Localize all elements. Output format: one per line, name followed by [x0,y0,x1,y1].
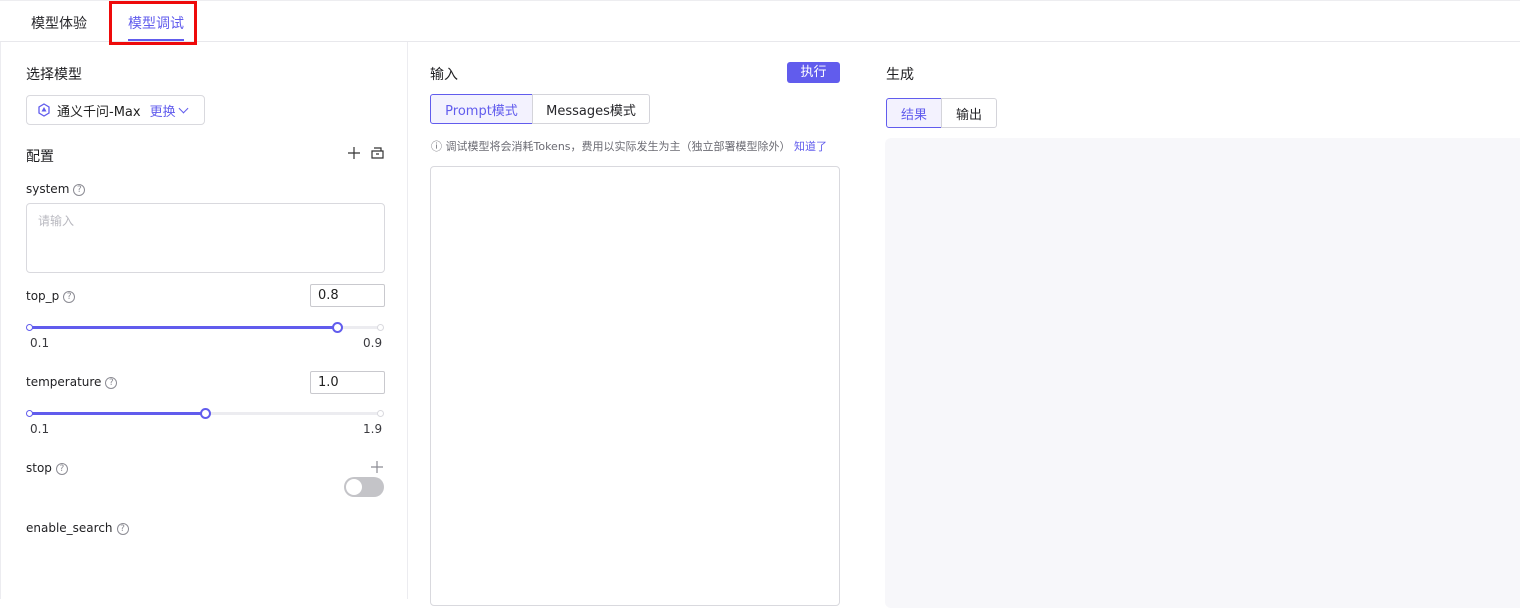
notice-dismiss-link[interactable]: 知道了 [794,140,827,153]
output-area [885,138,1520,608]
enable-search-label-text: enable_search [26,521,113,535]
top-p-input[interactable]: 0.8 [310,284,385,307]
help-icon[interactable]: ? [105,377,117,389]
execute-button[interactable]: 执行 [787,62,840,83]
top-p-min: 0.1 [30,336,49,350]
top-tabs: 模型体验 模型调试 [0,0,1520,42]
slider-fill [29,412,205,415]
change-model-link[interactable]: 更换 [150,101,176,120]
temperature-input[interactable]: 1.0 [310,371,385,394]
select-model-title: 选择模型 [26,64,82,84]
top-p-label: top_p? [26,289,75,303]
top-p-label-text: top_p [26,289,59,303]
add-stop-icon[interactable] [370,460,384,477]
slider-end-dot [377,410,384,417]
slider-start-dot [26,410,33,417]
model-selector[interactable]: 通义千问-Max 更换 [26,95,205,125]
temperature-min: 0.1 [30,422,49,436]
slider-fill [29,326,337,329]
help-icon[interactable]: ? [63,291,75,303]
slider-handle[interactable] [200,408,211,419]
stop-label: stop? [26,461,68,475]
temperature-label-text: temperature [26,375,101,389]
temperature-label: temperature? [26,375,117,389]
slider-handle[interactable] [332,322,343,333]
model-name: 通义千问-Max [57,101,141,120]
temperature-slider[interactable] [29,406,381,420]
chevron-down-icon [178,103,188,113]
plus-icon[interactable] [347,146,361,163]
info-icon: ⓘ [431,140,446,153]
help-icon[interactable]: ? [56,463,68,475]
system-input[interactable]: 请输入 [26,203,385,273]
tab-model-debug[interactable]: 模型调试 [128,13,184,33]
enable-search-toggle[interactable] [344,477,384,497]
token-notice: ⓘ 调试模型将会消耗Tokens，费用以实际发生为主（独立部署模型除外） 知道了 [431,138,827,154]
help-icon[interactable]: ? [117,523,129,535]
prompt-mode-button[interactable]: Prompt模式 [430,94,533,124]
temperature-max: 1.9 [363,422,382,436]
model-logo-icon [37,103,51,117]
slider-start-dot [26,324,33,331]
system-label: system? [26,182,85,196]
input-title: 输入 [430,64,458,84]
output-tab-switch: 结果 输出 [886,98,997,128]
top-p-max: 0.9 [363,336,382,350]
help-icon[interactable]: ? [73,184,85,196]
top-p-slider[interactable] [29,320,381,334]
result-tab[interactable]: 结果 [886,98,942,128]
library-icon[interactable] [370,146,385,163]
messages-mode-button[interactable]: Messages模式 [532,94,650,124]
config-title: 配置 [26,146,54,166]
stop-label-text: stop [26,461,52,475]
notice-text: 调试模型将会消耗Tokens，费用以实际发生为主（独立部署模型除外） [446,140,791,153]
output-tab[interactable]: 输出 [941,98,997,128]
system-label-text: system [26,182,69,196]
input-mode-switch: Prompt模式 Messages模式 [430,94,650,124]
tab-model-experience[interactable]: 模型体验 [31,13,87,33]
enable-search-label: enable_search? [26,521,129,535]
config-panel: 选择模型 通义千问-Max 更换 配置 system? 请输入 top_p? 0… [0,42,408,599]
slider-end-dot [377,324,384,331]
prompt-input[interactable] [430,166,840,606]
generate-title: 生成 [886,64,914,84]
